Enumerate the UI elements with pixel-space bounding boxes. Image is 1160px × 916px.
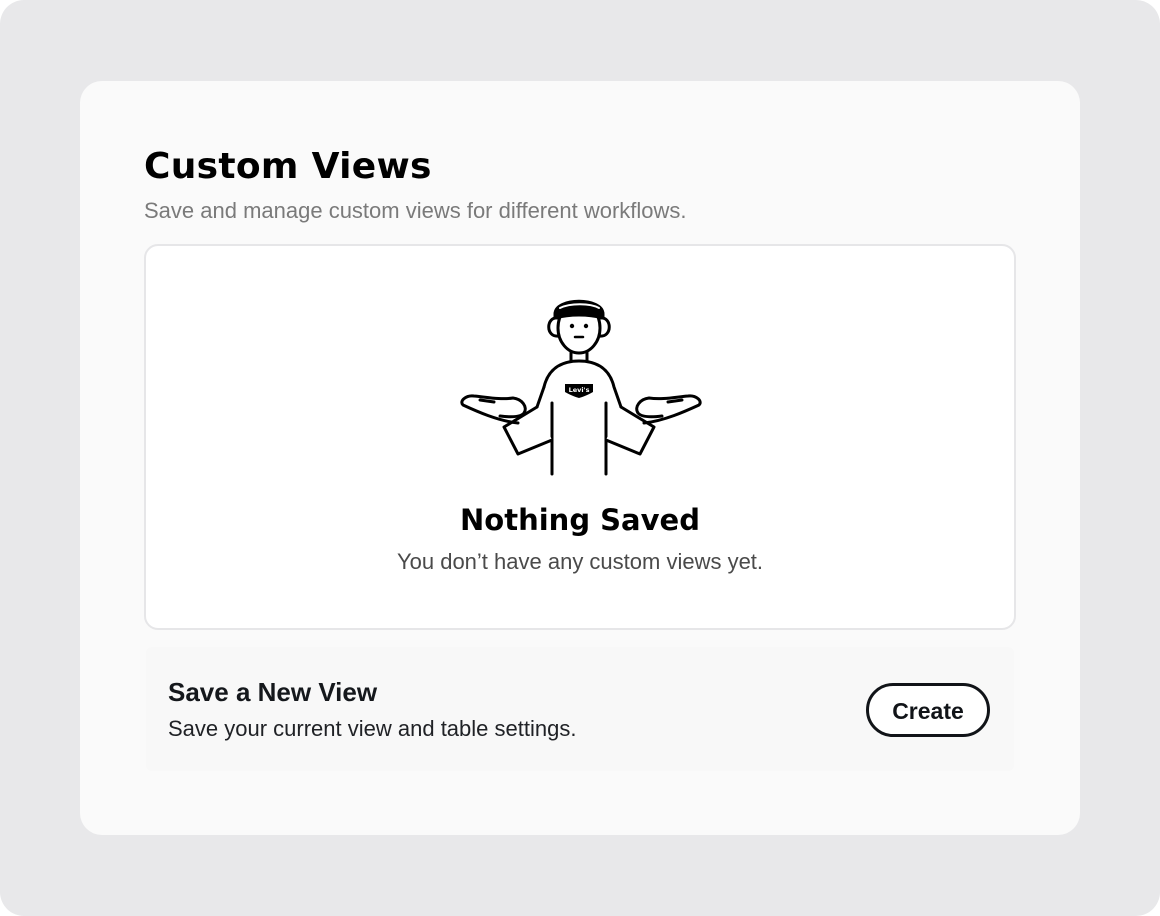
left-eye <box>569 323 575 329</box>
save-new-view-panel: Save a New View Save your current view a… <box>146 647 1014 771</box>
shrugging-person-icon: Levi's <box>460 299 702 476</box>
shirt-logo-text: Levi's <box>569 386 590 394</box>
save-view-description: Save your current view and table setting… <box>168 716 577 741</box>
app-frame: Custom Views Save and manage custom view… <box>0 0 1160 916</box>
empty-state-message: You don’t have any custom views yet. <box>396 549 764 574</box>
left-shoulder-line <box>535 385 546 409</box>
create-button[interactable]: Create <box>866 683 990 737</box>
save-view-title: Save a New View <box>168 677 378 707</box>
right-finger-line <box>666 398 684 404</box>
page-subtitle: Save and manage custom views for differe… <box>144 198 687 223</box>
page-title: Custom Views <box>144 146 432 187</box>
left-finger-line <box>478 398 496 404</box>
right-eye <box>583 323 589 329</box>
empty-state-panel: Levi's Nothing Saved You don’t have any … <box>144 244 1016 630</box>
custom-views-card: Custom Views Save and manage custom view… <box>80 81 1080 835</box>
empty-state-title: Nothing Saved <box>460 503 700 537</box>
right-hand <box>635 394 702 425</box>
